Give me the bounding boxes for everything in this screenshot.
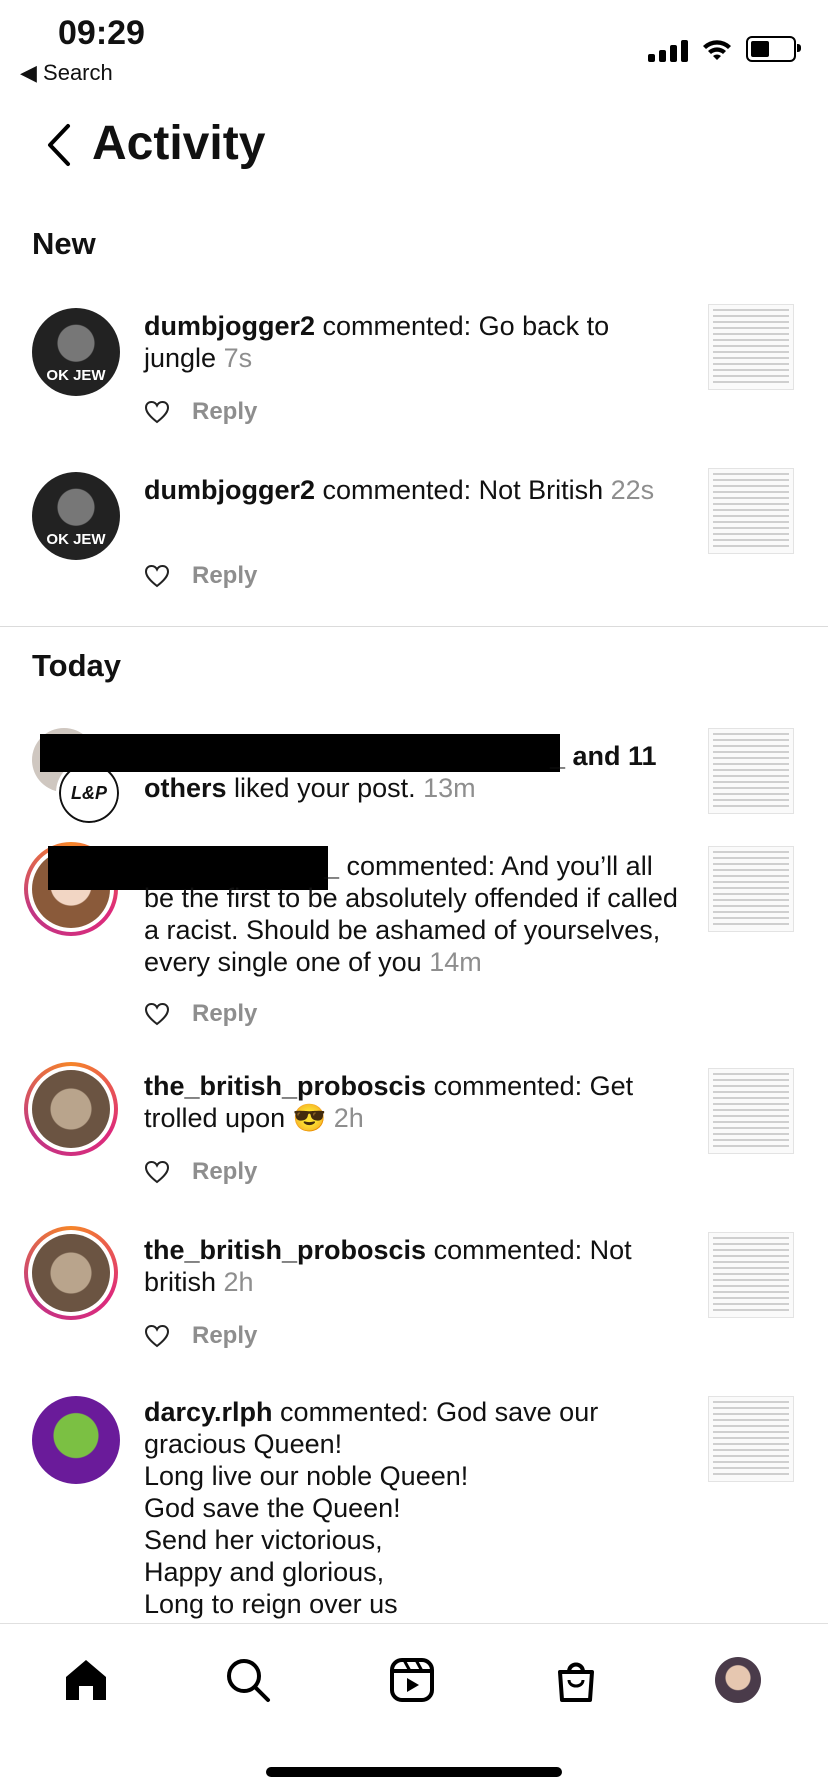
- shop-bag-icon[interactable]: [552, 1656, 600, 1704]
- activity-time: 7s: [223, 343, 253, 373]
- reply-button[interactable]: Reply: [192, 398, 257, 426]
- heart-icon[interactable]: [144, 1324, 170, 1348]
- comment-line: Long to reign over us: [144, 1589, 398, 1619]
- heart-icon[interactable]: [144, 1002, 170, 1026]
- profile-avatar[interactable]: [715, 1657, 761, 1703]
- reels-icon[interactable]: [388, 1656, 436, 1704]
- user-avatar-story[interactable]: [24, 1226, 118, 1320]
- activity-time: 2h: [223, 1267, 254, 1297]
- nav-search[interactable]: [218, 1650, 278, 1710]
- post-thumbnail[interactable]: [708, 468, 794, 554]
- post-thumbnail[interactable]: [708, 304, 794, 390]
- activity-text: darcy.rlph commented: God save our graci…: [144, 1396, 684, 1620]
- activity-text: the_british_proboscis commented: Get tro…: [144, 1070, 684, 1134]
- post-thumbnail[interactable]: [708, 846, 794, 932]
- user-avatar[interactable]: [32, 1396, 120, 1484]
- reply-bar: Reply: [144, 398, 257, 426]
- username-link[interactable]: the_british_proboscis: [144, 1235, 426, 1265]
- section-divider: [0, 626, 828, 627]
- username-link[interactable]: dumbjogger2: [144, 475, 315, 505]
- activity-time: 2h: [333, 1103, 364, 1133]
- activity-row[interactable]: darcy.rlph commented: God save our graci…: [0, 1396, 828, 1622]
- nav-shop[interactable]: [546, 1650, 606, 1710]
- home-indicator[interactable]: [266, 1767, 562, 1777]
- activity-action: commented: Not British: [315, 475, 611, 505]
- username-link[interactable]: the_british_proboscis: [144, 1071, 426, 1101]
- activity-time: 22s: [610, 475, 655, 505]
- nav-home[interactable]: [56, 1650, 116, 1710]
- section-title-new: New: [32, 226, 96, 261]
- reply-bar: Reply: [144, 562, 257, 590]
- status-icons: [648, 36, 801, 62]
- wifi-icon: [703, 40, 731, 60]
- signal-icon: [648, 40, 688, 62]
- activity-action: liked your post.: [226, 773, 424, 803]
- heart-icon[interactable]: [144, 1160, 170, 1184]
- bottom-nav: [0, 1623, 828, 1734]
- back-chevron-icon[interactable]: [40, 120, 80, 170]
- user-avatar[interactable]: OK JEW: [32, 308, 120, 396]
- reply-button[interactable]: Reply: [192, 1158, 257, 1186]
- activity-text: the_british_proboscis commented: Not bri…: [144, 1234, 684, 1298]
- username-link[interactable]: _: [144, 851, 339, 881]
- username-link[interactable]: darcy.rlph: [144, 1397, 273, 1427]
- comment-line: God save the Queen!: [144, 1493, 401, 1523]
- post-thumbnail[interactable]: [708, 728, 794, 814]
- avatar-badge-text: OK JEW: [46, 531, 106, 548]
- reply-button[interactable]: Reply: [192, 1322, 257, 1350]
- search-icon[interactable]: [224, 1656, 272, 1704]
- user-avatar[interactable]: OK JEW: [32, 472, 120, 560]
- heart-icon[interactable]: [144, 400, 170, 424]
- reply-button[interactable]: Reply: [192, 562, 257, 590]
- page-title: Activity: [92, 117, 266, 170]
- reply-bar: Reply: [144, 1000, 257, 1028]
- section-title-today: Today: [32, 648, 121, 683]
- activity-text: _ commented: And you’ll all be the first…: [144, 850, 684, 978]
- reply-button[interactable]: Reply: [192, 1000, 257, 1028]
- activity-text: _ and 11 others liked your post. 13m: [144, 740, 684, 804]
- comment-line: Send her victorious,: [144, 1525, 383, 1555]
- avatar-badge-text: L&P: [59, 763, 119, 823]
- heart-icon[interactable]: [144, 564, 170, 588]
- battery-icon: [746, 36, 801, 62]
- activity-time: 14m: [429, 947, 482, 977]
- activity-text: dumbjogger2 commented: Not British 22s: [144, 474, 684, 506]
- user-avatar-story[interactable]: [24, 1062, 118, 1156]
- comment-line: Long live our noble Queen!: [144, 1461, 469, 1491]
- back-to-search-link[interactable]: ◀ Search: [20, 60, 113, 86]
- post-thumbnail[interactable]: [708, 1068, 794, 1154]
- activity-time: 13m: [423, 773, 476, 803]
- nav-profile[interactable]: [708, 1650, 768, 1710]
- avatar-badge-text: OK JEW: [46, 367, 106, 384]
- nav-reels[interactable]: [382, 1650, 442, 1710]
- status-time: 09:29: [58, 14, 145, 52]
- home-icon[interactable]: [62, 1657, 110, 1703]
- post-thumbnail[interactable]: [708, 1396, 794, 1482]
- comment-line: Happy and glorious,: [144, 1557, 385, 1587]
- reply-bar: Reply: [144, 1322, 257, 1350]
- post-thumbnail[interactable]: [708, 1232, 794, 1318]
- username-link[interactable]: dumbjogger2: [144, 311, 315, 341]
- reply-bar: Reply: [144, 1158, 257, 1186]
- activity-text: dumbjogger2 commented: Go back to jungle…: [144, 310, 684, 374]
